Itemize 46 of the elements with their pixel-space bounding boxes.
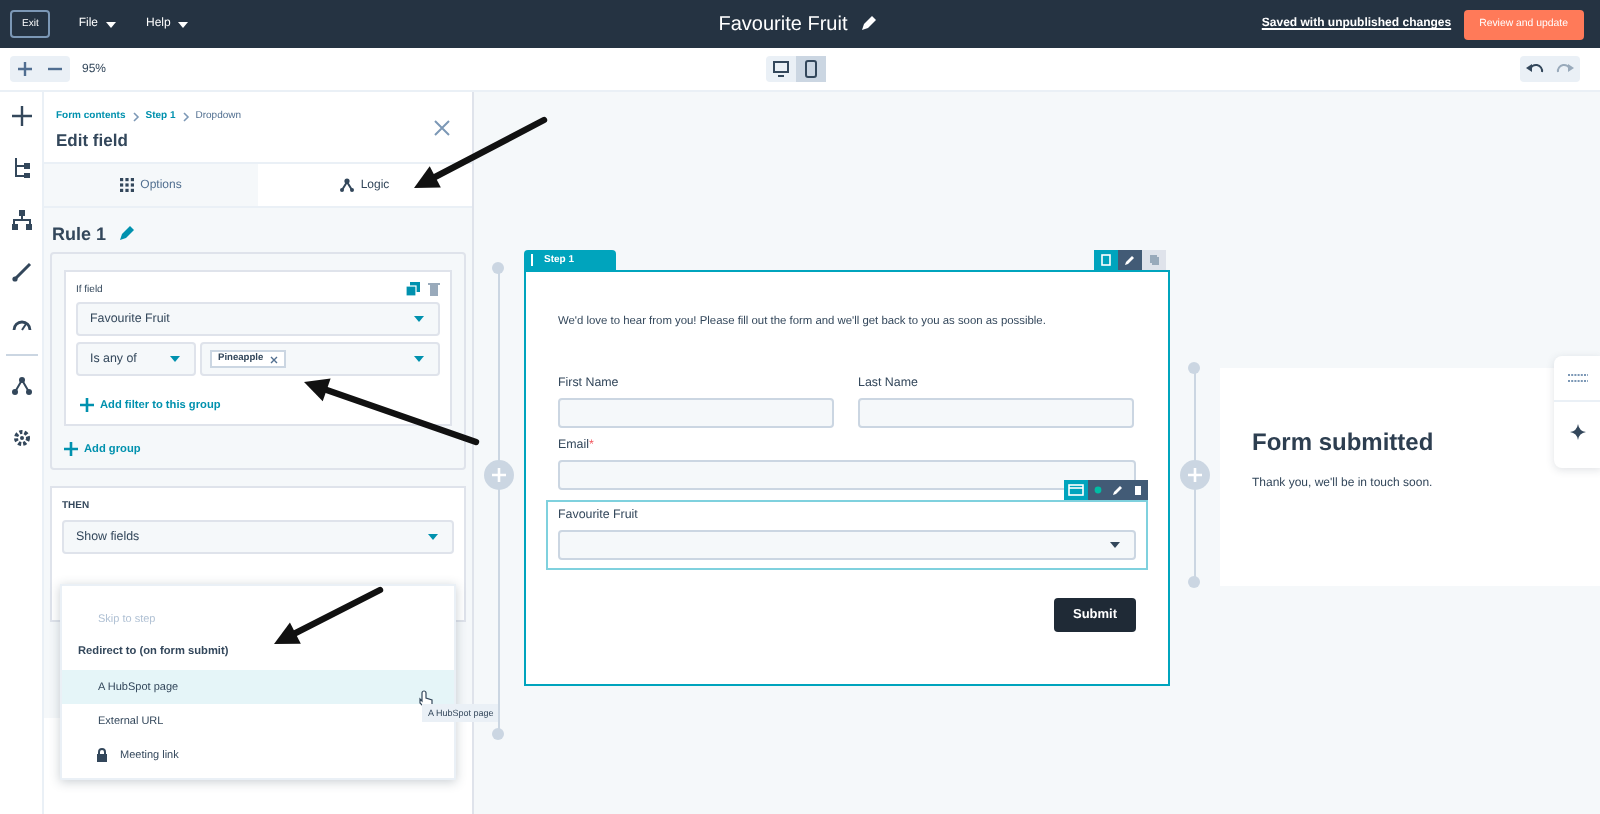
zoom-in-icon[interactable] — [16, 60, 34, 78]
remove-icon[interactable] — [269, 355, 278, 363]
desktop-icon[interactable] — [771, 60, 789, 78]
drag-handle-icon — [530, 254, 534, 266]
edit-icon — [859, 16, 876, 32]
caret-icon — [426, 532, 440, 542]
caret-icon — [1108, 540, 1122, 550]
keyboard-icon[interactable] — [1568, 374, 1588, 382]
text-input[interactable] — [858, 398, 1134, 428]
caret-icon — [176, 19, 191, 29]
form-title: Favourite Fruit — [718, 13, 848, 35]
annotation-arrow — [414, 116, 548, 188]
caret-icon — [412, 314, 426, 324]
sitemap-icon[interactable] — [11, 210, 31, 230]
chevron-icon — [131, 111, 140, 121]
close-icon[interactable] — [434, 120, 450, 136]
copy-icon[interactable] — [406, 282, 420, 296]
add-icon[interactable] — [11, 106, 31, 126]
pencil-icon[interactable] — [1118, 250, 1142, 270]
panel-title: Edit field — [56, 130, 130, 150]
network-icon[interactable] — [11, 376, 31, 396]
confirmation-title: Form submitted — [1252, 428, 1434, 456]
delete-icon[interactable] — [1128, 480, 1148, 500]
branch-icon — [340, 178, 355, 192]
rule-title: Rule 1 — [52, 224, 107, 244]
undo-icon[interactable] — [1526, 60, 1544, 78]
sparkle-icon[interactable] — [1570, 424, 1586, 440]
plus-icon — [1188, 468, 1202, 482]
plus-icon — [492, 468, 506, 482]
hierarchy-icon[interactable] — [11, 158, 31, 178]
caret-icon — [104, 19, 119, 29]
caret-icon — [168, 354, 182, 364]
text-input[interactable] — [558, 460, 1136, 490]
brush-icon[interactable] — [11, 262, 31, 282]
annotation-arrow — [274, 586, 384, 644]
caret-icon — [412, 354, 426, 364]
phone-icon[interactable] — [801, 60, 819, 78]
text-input[interactable] — [558, 398, 834, 428]
logic-dot-icon[interactable] — [1088, 480, 1108, 500]
chevron-icon — [181, 111, 190, 121]
grid-icon — [120, 178, 135, 192]
plus-icon — [80, 398, 94, 412]
dropdown-field[interactable] — [558, 530, 1136, 560]
plus-icon — [64, 442, 78, 456]
edit-icon — [118, 226, 135, 242]
settings-icon[interactable] — [11, 428, 31, 448]
